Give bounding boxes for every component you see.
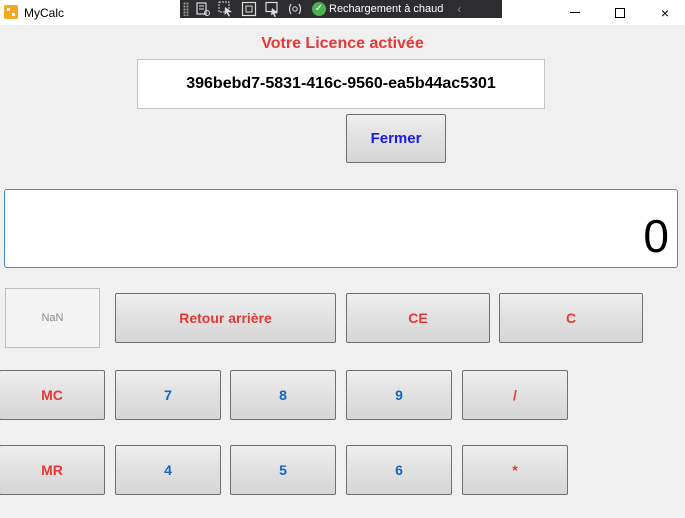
memory-recall-button[interactable]: MR [0, 445, 105, 495]
close-window-button[interactable]: × [642, 0, 685, 25]
maximize-button[interactable] [597, 0, 643, 25]
digit-8-button[interactable]: 8 [230, 370, 336, 420]
collapse-chevron-icon[interactable]: ‹ [457, 2, 461, 16]
license-key-field: 396bebd7-5831-416c-9560-ea5b44ac5301 [137, 59, 545, 109]
license-key-text: 396bebd7-5831-416c-9560-ea5b44ac5301 [186, 75, 496, 92]
hot-reload-check-icon: ✓ [312, 2, 326, 16]
app-window: MyCalc ✓ Rechargement à chaud ‹ × Votre … [0, 0, 685, 518]
minimize-button[interactable] [552, 0, 598, 25]
memory-clear-button[interactable]: MC [0, 370, 105, 420]
live-visual-tree-icon[interactable] [194, 0, 212, 18]
title-bar: MyCalc ✓ Rechargement à chaud ‹ × [0, 0, 685, 25]
multiply-button[interactable]: * [462, 445, 568, 495]
close-license-button[interactable]: Fermer [346, 114, 446, 163]
memory-indicator: NaN [5, 288, 100, 348]
maximize-icon [615, 7, 625, 18]
display-value: 0 [643, 209, 669, 262]
digit-7-button[interactable]: 7 [115, 370, 221, 420]
close-icon: × [660, 4, 670, 21]
track-focus-icon[interactable] [263, 0, 281, 18]
license-title: Votre Licence activée [261, 35, 424, 52]
backspace-button[interactable]: Retour arrière [115, 293, 336, 343]
clear-entry-button[interactable]: CE [346, 293, 490, 343]
calculator-display: 0 [4, 189, 678, 268]
debug-toolbar: ✓ Rechargement à chaud ‹ [180, 0, 502, 18]
clear-button[interactable]: C [499, 293, 643, 343]
digit-6-button[interactable]: 6 [346, 445, 452, 495]
divide-button[interactable]: / [462, 370, 568, 420]
minimize-icon [570, 12, 580, 13]
toolbar-grip-icon[interactable] [183, 2, 189, 16]
hot-reload-label: Rechargement à chaud [329, 3, 444, 15]
display-adorners-icon[interactable] [240, 0, 258, 18]
digit-4-button[interactable]: 4 [115, 445, 221, 495]
select-element-icon[interactable] [217, 0, 235, 18]
digit-5-button[interactable]: 5 [230, 445, 336, 495]
binding-failures-icon[interactable] [286, 0, 304, 18]
digit-9-button[interactable]: 9 [346, 370, 452, 420]
app-logo-icon [4, 5, 18, 19]
hot-reload-status[interactable]: ✓ Rechargement à chaud [312, 2, 443, 16]
window-title: MyCalc [24, 6, 65, 20]
